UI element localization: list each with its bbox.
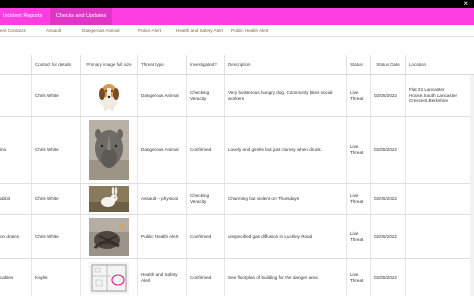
row-threat: Health and Safety Alert <box>137 259 186 296</box>
drain-image[interactable] <box>89 217 129 256</box>
row-image-cell <box>80 259 137 296</box>
row-threat: Dangerous Animal <box>137 75 186 116</box>
header-image[interactable]: Primary image full size <box>80 55 137 75</box>
row-contact: Chris White <box>31 184 80 214</box>
row-investigated: Confirmed <box>186 117 224 183</box>
row-location <box>405 215 470 258</box>
row-contact: Kaylie <box>31 259 80 296</box>
row-status-date: 02/05/2022 <box>370 184 405 214</box>
row-location <box>405 259 470 296</box>
row-investigated: Confirmed <box>186 215 224 258</box>
row-status: Live Threat <box>346 75 370 116</box>
rhino-image[interactable] <box>89 120 129 180</box>
row-name <box>0 75 31 116</box>
nav-checks-and-updates[interactable]: Checks and Updates <box>50 8 113 25</box>
header-status-date[interactable]: Status Date <box>370 55 405 75</box>
tab-ent-contacts[interactable]: ent Contacts <box>0 25 26 37</box>
row-image-cell <box>80 184 137 214</box>
row-status: Live Threat <box>346 259 370 296</box>
row-description: Lovely and gentle but just clumsy when d… <box>224 117 346 183</box>
header-threat[interactable]: Threat type <box>137 55 186 75</box>
window-titlebar: × <box>0 0 474 8</box>
row-name: cables <box>0 274 14 280</box>
row-image-cell <box>80 215 137 258</box>
row-description: unspecified gas diffusion in Luckley Roa… <box>224 215 346 258</box>
row-description: Charming but violent on Thursdays <box>224 184 346 214</box>
header-description[interactable]: Description <box>224 55 346 75</box>
table-row[interactable]: ino Chris White Dangerous Animal Confirm… <box>0 117 474 184</box>
row-investigated: Checking Veracity <box>186 75 224 116</box>
row-investigated: Confirmed <box>186 259 224 296</box>
top-nav: Incident Reports Checks and Updates <box>0 8 474 25</box>
row-name: abbit <box>0 196 10 202</box>
row-status: Live Threat <box>346 215 370 258</box>
row-name: on drains <box>0 233 19 239</box>
row-threat: Public Health Alert <box>137 215 186 258</box>
row-threat: Dangerous Animal <box>137 117 186 183</box>
header-location[interactable]: Location <box>405 55 470 75</box>
row-status: Live Threat <box>346 117 370 183</box>
close-icon[interactable]: × <box>463 0 468 8</box>
tab-police-alert[interactable]: Police Alert <box>138 25 161 37</box>
floorplan-image[interactable] <box>89 261 129 294</box>
row-location: Flat 22 Lancaster House,South Lancaster … <box>405 75 470 116</box>
row-image-cell <box>80 75 137 116</box>
row-image-cell <box>80 117 137 183</box>
tab-health-and-safety-alert[interactable]: Health and Safety Alert <box>176 25 223 37</box>
header-status[interactable]: Status <box>346 55 370 75</box>
row-description: Very boisterous hungry dog. Commonly bit… <box>224 75 346 116</box>
row-location <box>405 117 470 183</box>
table-row[interactable]: Chris White Dangerous Animal Checking Ve… <box>0 75 474 117</box>
row-location <box>405 184 470 214</box>
row-name: ino <box>0 147 7 153</box>
row-status-date: 02/05/2022 <box>370 259 405 296</box>
table-row[interactable]: abbit Chris White Assault – physical Che… <box>0 184 474 215</box>
rabbit-image[interactable] <box>89 186 129 212</box>
tab-dangerous-animal[interactable]: Dangerous Animal <box>82 25 120 37</box>
row-status-date: 02/05/2022 <box>370 75 405 116</box>
row-contact: Chris White <box>31 215 80 258</box>
row-description: See floorplan of building for the danger… <box>224 259 346 296</box>
row-status-date: 02/05/2022 <box>370 215 405 258</box>
header-investigated[interactable]: Investigated? <box>186 55 224 75</box>
header-contact[interactable]: Contact for details <box>31 55 80 75</box>
nav-incident-reports[interactable]: Incident Reports <box>3 8 42 25</box>
row-status: Live Threat <box>346 184 370 214</box>
vertical-scrollbar[interactable] <box>470 75 474 296</box>
table-row[interactable]: on drains Chris White Public Health Aler… <box>0 215 474 259</box>
table-header: Contact for details Primary image full s… <box>0 55 474 75</box>
row-threat: Assault – physical <box>137 184 186 214</box>
tab-assault[interactable]: Assault <box>46 25 61 37</box>
row-contact: Chris White <box>31 117 80 183</box>
row-investigated: Checking Veracity <box>186 184 224 214</box>
table-row[interactable]: cables Kaylie Health and Safety Alert Co… <box>0 259 474 296</box>
category-tabs: ent Contacts Assault Dangerous Animal Po… <box>0 25 474 37</box>
tab-public-health-alert[interactable]: Public Health Alert <box>231 25 269 37</box>
row-status-date: 02/05/2022 <box>370 117 405 183</box>
beagle-dog-image[interactable] <box>95 79 123 112</box>
row-contact: Chris White <box>31 75 80 116</box>
